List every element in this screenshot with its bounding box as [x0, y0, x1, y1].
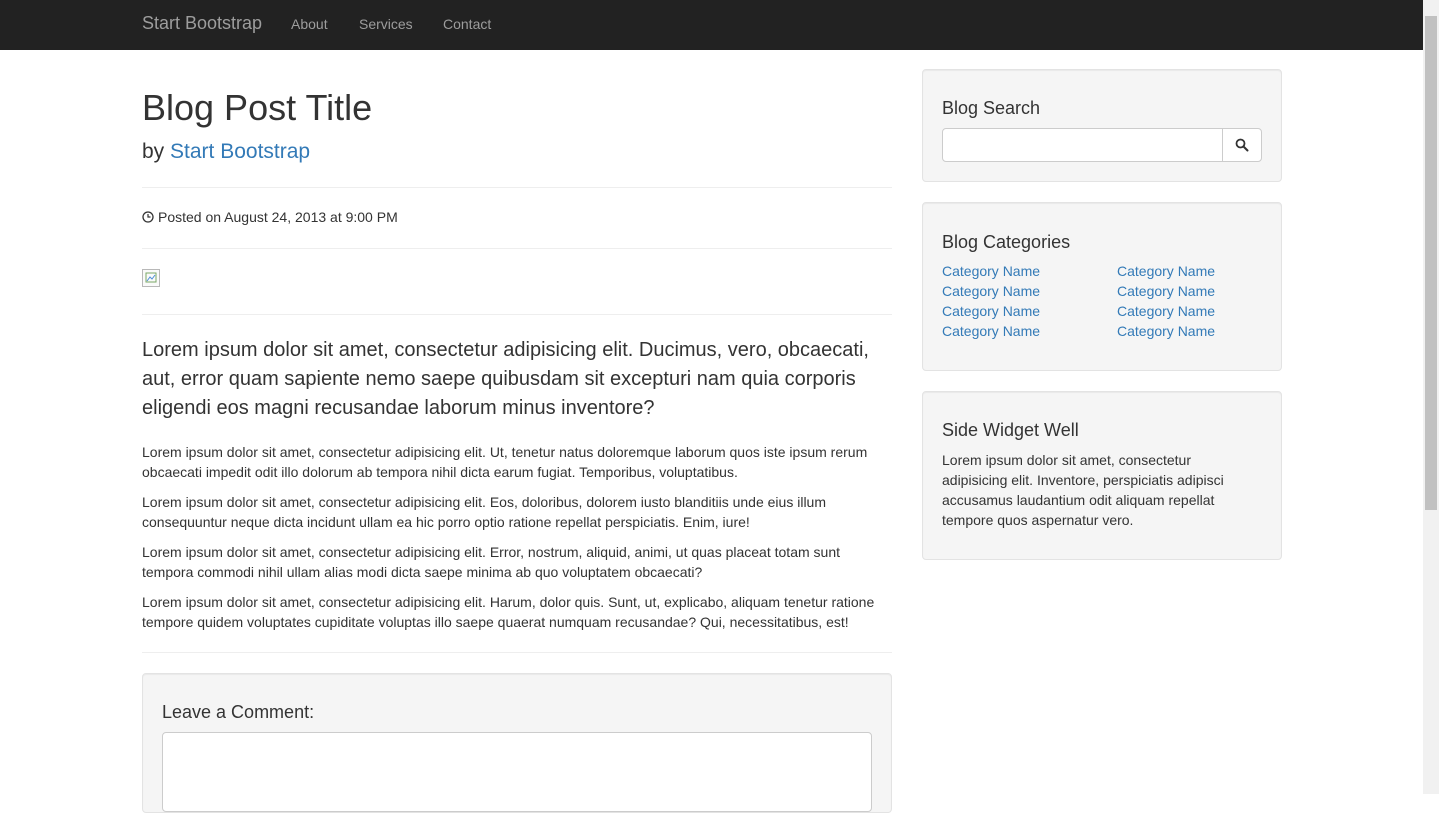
divider — [142, 248, 892, 249]
divider — [142, 652, 892, 653]
post-byline: by Start Bootstrap — [142, 140, 310, 164]
broken-image-icon — [145, 272, 157, 283]
category-link[interactable]: Category Name — [1117, 263, 1215, 279]
nav-link-services[interactable]: Services — [359, 16, 413, 32]
search-button[interactable] — [1222, 128, 1262, 162]
byline-prefix: by — [142, 140, 165, 163]
divider — [142, 187, 892, 188]
post-date-text: Posted on August 24, 2013 at 9:00 PM — [158, 209, 398, 225]
search-heading: Blog Search — [942, 98, 1041, 118]
post-paragraph: Lorem ipsum dolor sit amet, consectetur … — [142, 494, 826, 530]
category-link[interactable]: Category Name — [942, 303, 1040, 319]
post-paragraph: Lorem ipsum dolor sit amet, consectetur … — [142, 544, 840, 580]
post-image — [142, 269, 160, 287]
nav-link-contact[interactable]: Contact — [443, 16, 491, 32]
category-link[interactable]: Category Name — [1117, 283, 1215, 299]
side-widget-heading: Side Widget Well — [942, 420, 1079, 440]
nav-link-about[interactable]: About — [291, 16, 328, 32]
post-date: Posted on August 24, 2013 at 9:00 PM — [142, 209, 398, 225]
category-link[interactable]: Category Name — [942, 263, 1040, 279]
side-widget-text: Lorem ipsum dolor sit amet, consectetur … — [942, 452, 1224, 528]
categories-heading: Blog Categories — [942, 232, 1071, 252]
side-widget-well: Side Widget Well Lorem ipsum dolor sit a… — [922, 391, 1282, 560]
post-paragraph: Lorem ipsum dolor sit amet, consectetur … — [142, 444, 868, 480]
navbar-brand[interactable]: Start Bootstrap — [142, 13, 262, 34]
post-lead: Lorem ipsum dolor sit amet, consectetur … — [142, 339, 869, 419]
comment-well: Leave a Comment: — [142, 673, 892, 813]
post-paragraph: Lorem ipsum dolor sit amet, consectetur … — [142, 594, 875, 630]
category-link[interactable]: Category Name — [1117, 303, 1215, 319]
author-link[interactable]: Start Bootstrap — [170, 140, 310, 163]
categories-well: Blog Categories Category Name Category N… — [922, 202, 1282, 371]
search-well: Blog Search — [922, 69, 1282, 182]
post-title: Blog Post Title — [142, 87, 373, 128]
category-link[interactable]: Category Name — [1117, 323, 1215, 339]
comment-heading: Leave a Comment: — [162, 702, 315, 722]
scrollbar-thumb[interactable] — [1425, 16, 1437, 510]
navbar: Start Bootstrap About Services Contact — [0, 0, 1423, 50]
comment-textarea[interactable] — [162, 732, 872, 812]
clock-icon — [142, 211, 154, 223]
category-link[interactable]: Category Name — [942, 323, 1040, 339]
search-icon — [1235, 138, 1249, 152]
divider — [142, 314, 892, 315]
category-link[interactable]: Category Name — [942, 283, 1040, 299]
search-input[interactable] — [942, 128, 1223, 162]
